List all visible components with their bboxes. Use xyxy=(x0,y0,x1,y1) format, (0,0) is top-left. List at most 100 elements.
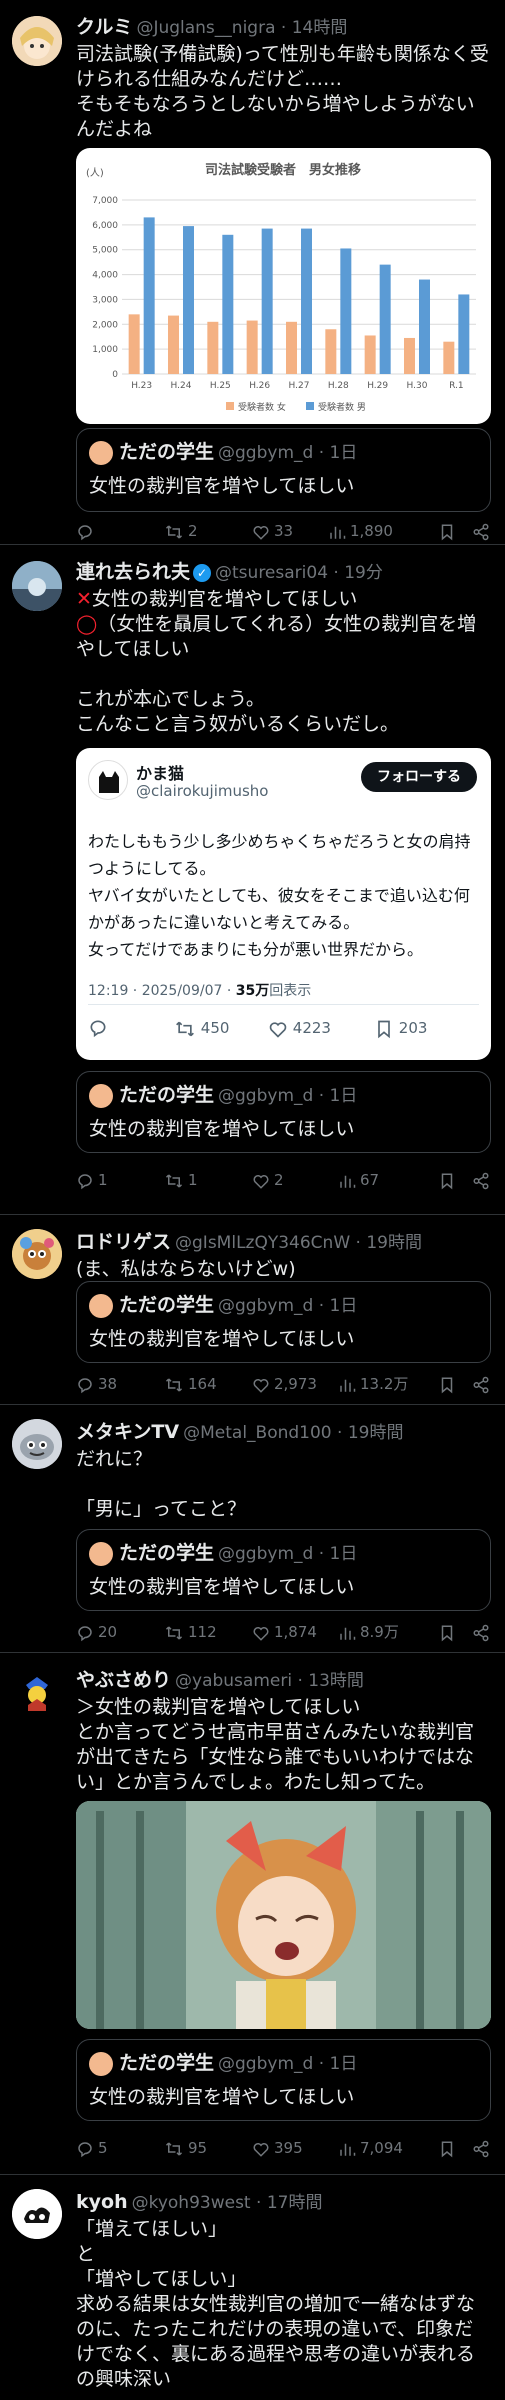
avatar[interactable] xyxy=(12,1229,62,1279)
reply-button[interactable] xyxy=(76,518,98,544)
action-bar: 2 33 1,890 xyxy=(76,518,491,544)
circle-mark-icon: ◯ xyxy=(76,613,98,635)
card-like-button[interactable]: 4223 xyxy=(268,1016,331,1040)
share-button[interactable] xyxy=(472,518,494,544)
quote-text: 女性の裁判官を増やしてほしい xyxy=(89,1576,355,1598)
tweet-4[interactable]: メタキンTV @Metal_Bond100 · 19時間 だれに？ 「男に」ってこ… xyxy=(0,1405,505,1653)
views-button[interactable]: 13.2万 xyxy=(338,1371,408,1397)
card-bookmark-button[interactable]: 203 xyxy=(374,1016,427,1040)
avatar[interactable] xyxy=(12,16,62,66)
views-button[interactable]: 7,094 xyxy=(338,2135,403,2161)
legend-label: 受験者数 男 xyxy=(318,401,366,413)
quote-handle: @ggbym_d · 1日 xyxy=(218,1544,358,1564)
heart-icon xyxy=(253,1174,269,1189)
share-button[interactable] xyxy=(472,1167,494,1193)
tweet-text: (ま、私はならないけどw) xyxy=(76,1258,296,1280)
bookmark-button[interactable] xyxy=(438,1167,460,1193)
retweet-icon xyxy=(165,1625,183,1640)
anime-girl-image xyxy=(76,1801,491,2029)
handle-time[interactable]: @Juglans__nigra · 14時間 xyxy=(136,18,347,38)
y-tick-label: 2,000 xyxy=(92,320,118,330)
bookmark-button[interactable] xyxy=(438,518,460,544)
like-button[interactable]: 2 xyxy=(252,1167,284,1193)
bookmark-button[interactable] xyxy=(438,2135,460,2161)
bookmark-icon xyxy=(441,524,453,540)
quoted-tweet[interactable]: ただの学生 @ggbym_d · 1日 女性の裁判官を増やしてほしい xyxy=(76,428,491,512)
tweet-6[interactable]: kyoh @kyoh93west · 17時間 「増えてほしい」 と 「増やしてほ… xyxy=(0,2175,505,2400)
embedded-tweet-card[interactable]: かま猫 @clairokujimusho フォローする わたしももう少し多少めち… xyxy=(76,748,491,1060)
display-name[interactable]: クルミ xyxy=(76,16,132,38)
handle-time[interactable]: @yabusameri · 13時間 xyxy=(175,1671,364,1691)
bookmark-button[interactable] xyxy=(438,1619,460,1645)
handle-time[interactable]: @tsuresari04 · 19分 xyxy=(215,563,383,583)
display-name[interactable]: メタキンTV xyxy=(76,1421,179,1443)
like-button[interactable]: 395 xyxy=(252,2135,303,2161)
quote-display-name: ただの学生 xyxy=(119,1084,215,1106)
quoted-tweet[interactable]: ただの学生 @ggbym_d · 1日 女性の裁判官を増やしてほしい xyxy=(76,1071,491,1153)
bar-female xyxy=(246,320,258,374)
tweet-text: ＞女性の裁判官を増やしてほしい とか言ってどうせ高市早苗さんみたいな裁判官が出て… xyxy=(76,1696,475,1793)
like-button[interactable]: 33 xyxy=(252,518,293,544)
bar-male xyxy=(419,279,430,374)
card-reply-button[interactable] xyxy=(88,1018,108,1042)
share-button[interactable] xyxy=(472,2135,494,2161)
display-name[interactable]: やぶさめり xyxy=(76,1669,171,1691)
reply-button[interactable]: 1 xyxy=(76,1167,108,1193)
quoted-tweet[interactable]: ただの学生 @ggbym_d · 1日 女性の裁判官を増やしてほしい xyxy=(76,1529,491,1611)
retweet-button[interactable]: 1 xyxy=(164,1167,198,1193)
follow-button[interactable]: フォローする xyxy=(361,762,477,792)
heart-icon xyxy=(269,1021,287,1038)
avatar[interactable] xyxy=(12,1667,62,1717)
tweet-5[interactable]: やぶさめり @yabusameri · 13時間 ＞女性の裁判官を増やしてほしい … xyxy=(0,1653,505,2175)
retweet-button[interactable]: 95 xyxy=(164,2135,207,2161)
share-button[interactable] xyxy=(472,1371,494,1397)
bar-male xyxy=(143,217,155,374)
tweet-3[interactable]: ロドリゲス @gIsMlLzQY346CnW · 19時間 (ま、私はならないけど… xyxy=(0,1215,505,1405)
reply-button[interactable]: 38 xyxy=(76,1371,117,1397)
views-button[interactable]: 1,890 xyxy=(328,518,393,544)
handle-time[interactable]: @gIsMlLzQY346CnW · 19時間 xyxy=(175,1233,422,1253)
quote-avatar xyxy=(89,2051,113,2076)
heart-icon xyxy=(253,2142,269,2157)
avatar[interactable] xyxy=(12,1419,62,1469)
bookmark-button[interactable] xyxy=(438,1371,460,1397)
retweet-button[interactable]: 112 xyxy=(164,1619,217,1645)
tweet-2[interactable]: 連れ去られ夫 ✓ @tsuresari04 · 19分 ✕女性の裁判官を増やしてほし… xyxy=(0,545,505,1215)
retweet-icon xyxy=(165,1377,183,1392)
handle-time[interactable]: @kyoh93west · 17時間 xyxy=(132,2193,323,2213)
tweet-header: メタキンTV @Metal_Bond100 · 19時間 xyxy=(76,1419,491,1445)
share-button[interactable] xyxy=(472,1619,494,1645)
quote-display-name: ただの学生 xyxy=(119,1294,215,1316)
retweet-icon xyxy=(165,1173,183,1188)
quote-handle: @ggbym_d · 1日 xyxy=(218,1086,358,1106)
card-retweet-button[interactable]: 450 xyxy=(174,1016,229,1040)
like-button[interactable]: 1,874 xyxy=(252,1619,317,1645)
like-button[interactable]: 2,973 xyxy=(252,1371,317,1397)
display-name[interactable]: kyoh xyxy=(76,2191,128,2213)
y-tick-label: 7,000 xyxy=(92,196,118,206)
avatar[interactable] xyxy=(12,2189,62,2239)
bar-female xyxy=(168,315,179,374)
handle-time[interactable]: @Metal_Bond100 · 19時間 xyxy=(183,1423,403,1443)
reply-button[interactable]: 5 xyxy=(76,2135,108,2161)
quote-display-name: ただの学生 xyxy=(119,1542,215,1564)
action-bar: 20 112 1,874 8.9万 xyxy=(76,1619,491,1645)
views-button[interactable]: 67 xyxy=(338,1167,379,1193)
quote-handle: @ggbym_d · 1日 xyxy=(218,1296,358,1316)
chart-image[interactable]: 司法試験受験者 男女推移 (人) 0 1,000 2,000 3,000 4,000 5,00… xyxy=(76,148,491,424)
retweet-button[interactable]: 2 xyxy=(164,518,198,544)
quote-avatar xyxy=(89,1083,113,1108)
avatar[interactable] xyxy=(12,561,62,611)
display-name[interactable]: ロドリゲス xyxy=(76,1231,171,1253)
attached-image[interactable] xyxy=(76,1801,491,2029)
views-button[interactable]: 8.9万 xyxy=(338,1619,399,1645)
tweet-1[interactable]: クルミ @Juglans__nigra · 14時間 司法試験(予備試験)って性別… xyxy=(0,0,505,545)
card-handle: @clairokujimusho xyxy=(136,782,269,800)
quoted-tweet[interactable]: ただの学生 @ggbym_d · 1日 女性の裁判官を増やしてほしい xyxy=(76,2039,491,2121)
display-name[interactable]: 連れ去られ夫 xyxy=(76,561,190,583)
tweet-header: 連れ去られ夫 ✓ @tsuresari04 · 19分 xyxy=(76,559,491,585)
bookmark-icon xyxy=(441,1173,453,1189)
reply-button[interactable]: 20 xyxy=(76,1619,117,1645)
quoted-tweet[interactable]: ただの学生 @ggbym_d · 1日 女性の裁判官を増やしてほしい xyxy=(76,1281,491,1363)
retweet-button[interactable]: 164 xyxy=(164,1371,217,1397)
